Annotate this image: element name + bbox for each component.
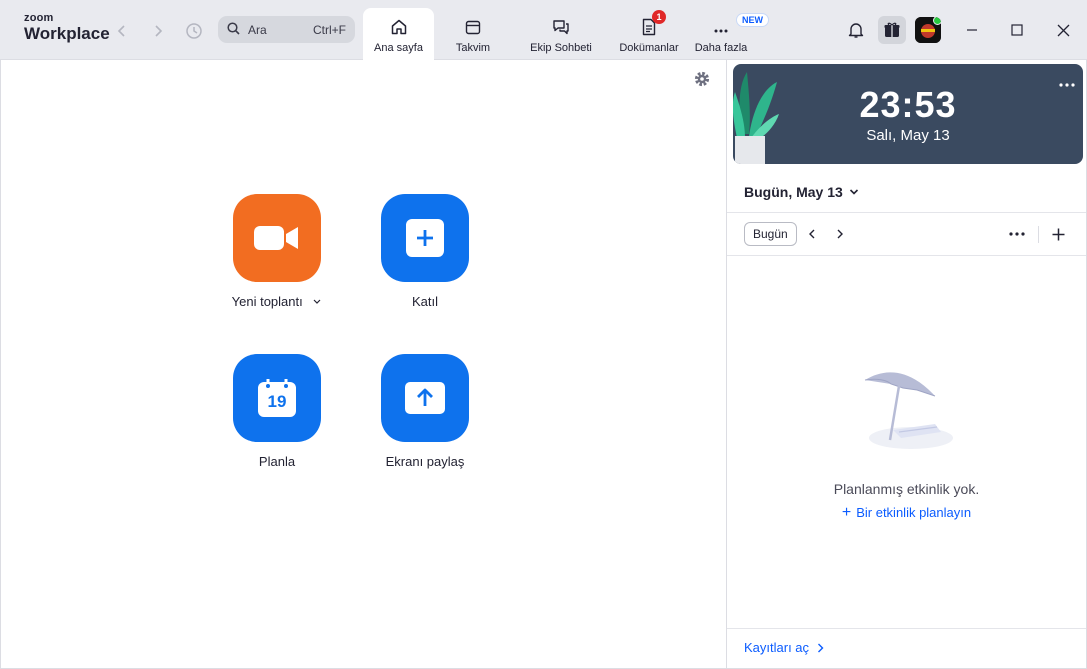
more-apps-icon: NEW: [710, 13, 769, 38]
plus-icon: [1052, 228, 1064, 240]
tab-label: Takvim: [455, 42, 491, 54]
bell-icon: [848, 23, 864, 38]
home-icon: [388, 16, 410, 38]
calendar-more-button[interactable]: [1007, 224, 1027, 244]
join-action[interactable]: Katıl: [355, 194, 495, 309]
tab-docs[interactable]: 1 Dokümanlar: [613, 8, 685, 60]
share-screen-icon: [405, 382, 445, 414]
forward-button[interactable]: [147, 20, 169, 42]
prev-day-button[interactable]: [802, 224, 822, 244]
search-icon: [227, 21, 240, 38]
chevron-right-icon: [837, 229, 843, 239]
home-main-panel: Yeni toplantı Katıl 19 Planla Ekranı pay…: [0, 60, 726, 669]
calendar-day-number: 19: [267, 392, 287, 411]
more-horizontal-icon: [1009, 232, 1025, 236]
chevron-left-icon: [809, 229, 815, 239]
docs-icon: 1: [638, 10, 666, 38]
schedule-event-link[interactable]: + Bir etkinlik planlayın: [727, 504, 1086, 522]
tab-home[interactable]: Ana sayfa: [363, 8, 434, 60]
toolbar-divider: [1038, 226, 1039, 243]
minimize-icon: [967, 29, 977, 31]
gear-icon: [694, 71, 710, 87]
calendar-19-icon: 19: [258, 379, 296, 417]
search-input[interactable]: Ara Ctrl+F: [218, 16, 355, 43]
join-button[interactable]: [381, 194, 469, 282]
day-selector-label: Bugün, May 13: [744, 184, 843, 200]
chevron-right-icon: [818, 643, 824, 652]
video-camera-icon: [254, 226, 298, 250]
presence-dot: [933, 17, 941, 25]
share-screen-button[interactable]: [381, 354, 469, 442]
calendar-icon: [462, 16, 484, 38]
logo-top-text: zoom: [24, 12, 54, 24]
logo-bottom-text: Workplace: [24, 24, 110, 43]
search-placeholder: Ara: [248, 22, 267, 37]
notifications-button[interactable]: [845, 19, 867, 41]
schedule-button[interactable]: 19: [233, 354, 321, 442]
today-button[interactable]: Bugün: [744, 222, 797, 246]
close-button[interactable]: [1053, 20, 1073, 40]
back-button[interactable]: [111, 20, 133, 42]
share-screen-label: Ekranı paylaş: [385, 454, 465, 469]
tab-more[interactable]: NEW Daha fazla: [689, 8, 769, 60]
more-horizontal-icon: [1059, 83, 1075, 87]
new-meeting-button[interactable]: [233, 194, 321, 282]
maximize-icon: [1011, 24, 1023, 36]
tab-label: Daha fazla: [694, 42, 748, 54]
new-badge: NEW: [736, 13, 769, 27]
settings-button[interactable]: [693, 70, 711, 93]
schedule-event-label: Bir etkinlik planlayın: [856, 505, 972, 520]
clock-time: 23:53: [859, 84, 957, 125]
plus-icon: [406, 219, 444, 257]
chevron-down-icon: [849, 189, 858, 195]
tab-label: Ekip Sohbeti: [530, 42, 592, 54]
zoom-workplace-logo: zoom Workplace: [24, 12, 110, 43]
chat-icon: [550, 16, 572, 38]
gift-icon: [884, 22, 900, 37]
share-screen-action[interactable]: Ekranı paylaş: [355, 354, 495, 469]
maximize-button[interactable]: [1007, 20, 1027, 40]
minimize-button[interactable]: [962, 20, 982, 40]
open-recordings-label: Kayıtları aç: [744, 640, 810, 655]
history-icon: [186, 23, 202, 39]
search-shortcut: Ctrl+F: [313, 22, 346, 37]
join-label: Katıl: [411, 294, 438, 309]
plus-icon: +: [841, 504, 852, 521]
avatar[interactable]: [915, 17, 941, 43]
title-bar: zoom Workplace Ara Ctrl+F Ana sayfa Takv…: [0, 0, 1087, 60]
divider: [727, 628, 1086, 629]
chevron-down-icon[interactable]: [312, 298, 322, 306]
tab-calendar[interactable]: Takvim: [440, 8, 506, 60]
add-event-button[interactable]: [1048, 224, 1068, 244]
clock-date: Salı, May 13: [866, 127, 950, 144]
next-day-button[interactable]: [830, 224, 850, 244]
empty-state-text: Planlanmış etkinlik yok.: [833, 481, 980, 497]
tab-team-chat[interactable]: Ekip Sohbeti: [522, 8, 600, 60]
tab-label: Ana sayfa: [374, 42, 423, 54]
close-icon: [1057, 24, 1069, 36]
clock-widget: 23:53 Salı, May 13: [733, 64, 1083, 164]
docs-badge: 1: [652, 10, 666, 24]
open-recordings-link[interactable]: Kayıtları aç: [744, 640, 824, 655]
schedule-action[interactable]: 19 Planla: [207, 354, 347, 469]
new-meeting-label: Yeni toplantı: [207, 294, 347, 309]
divider: [727, 255, 1086, 256]
beach-umbrella-illustration: [864, 372, 953, 449]
calendar-panel: 23:53 Salı, May 13 Bugün, May 13 Bugün P…: [726, 60, 1087, 669]
clock-more-button[interactable]: [1059, 74, 1075, 92]
divider: [727, 212, 1086, 213]
new-meeting-action[interactable]: Yeni toplantı: [207, 194, 347, 309]
tab-label: Dokümanlar: [619, 42, 679, 54]
day-selector[interactable]: Bugün, May 13: [744, 184, 859, 200]
schedule-label: Planla: [258, 454, 296, 469]
whats-new-button[interactable]: [878, 16, 906, 44]
history-button[interactable]: [183, 20, 205, 42]
